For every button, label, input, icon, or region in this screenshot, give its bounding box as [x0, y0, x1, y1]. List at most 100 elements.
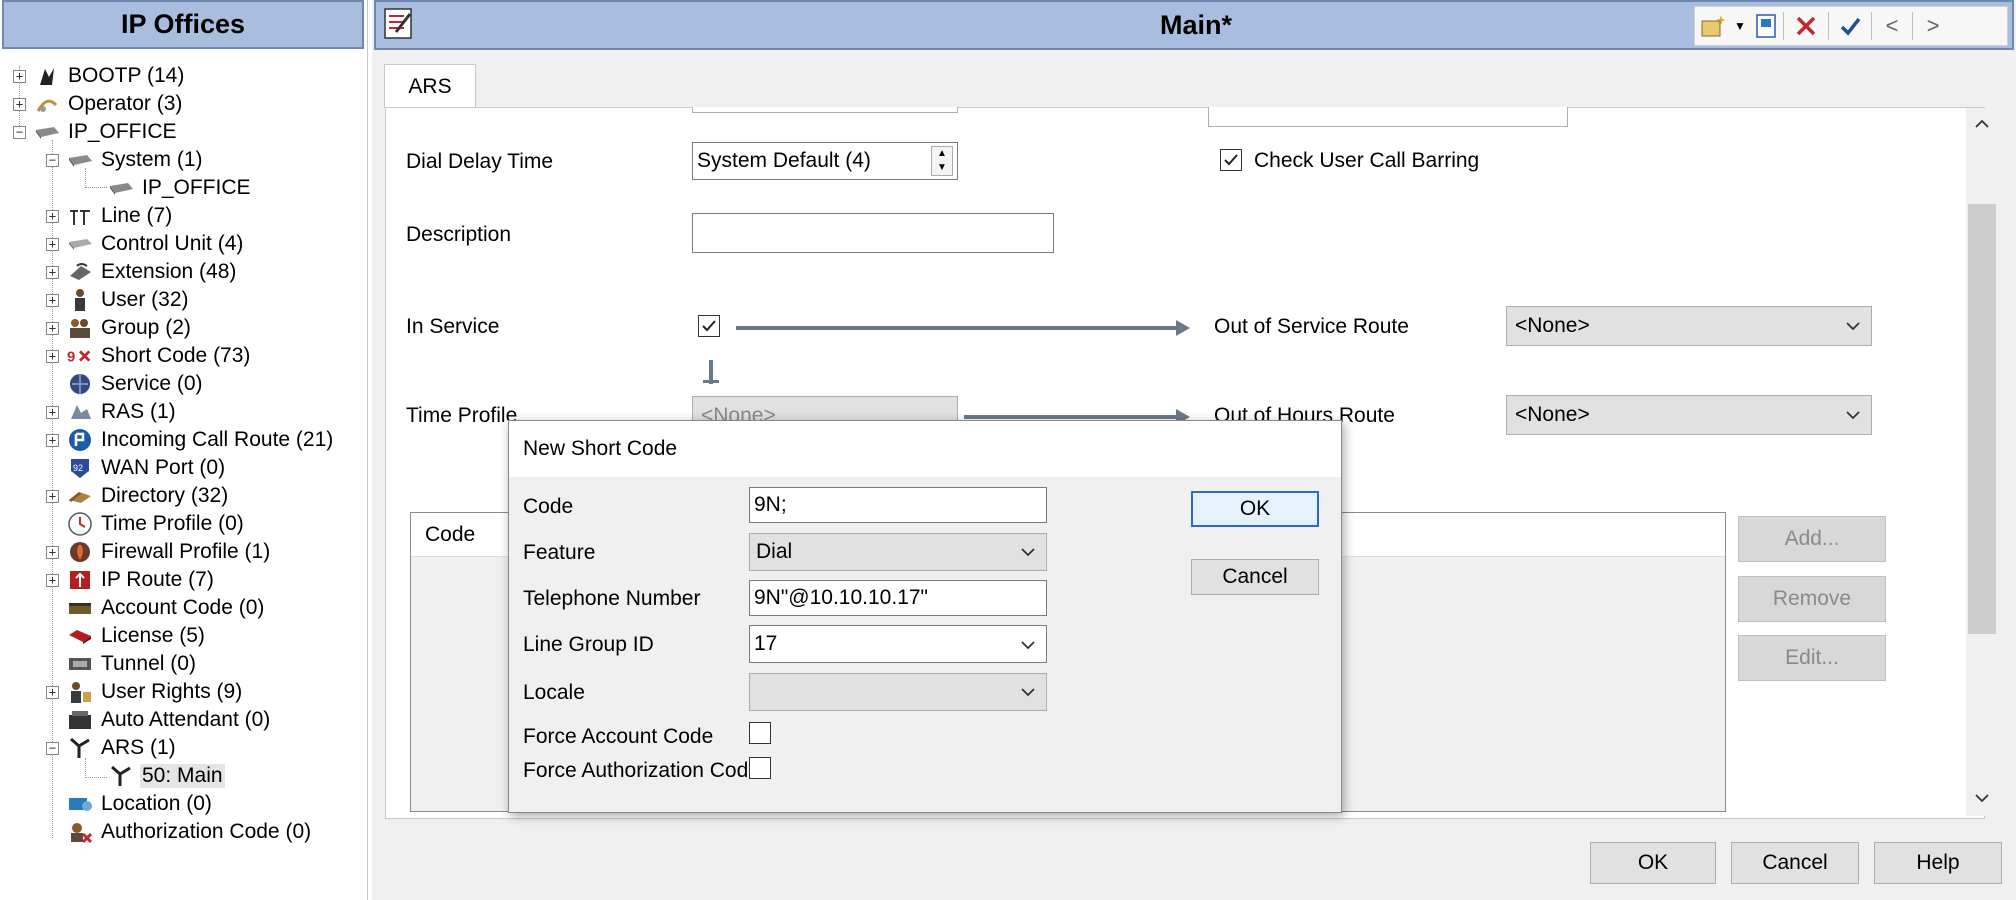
code-input[interactable]: 9N; — [749, 487, 1047, 523]
tree-item-incoming-call-route[interactable]: + Incoming Call Route (21) — [46, 426, 335, 454]
tree-item-label[interactable]: Extension (48) — [99, 260, 238, 284]
in-service-checkbox[interactable] — [698, 315, 720, 337]
tree-item-label[interactable]: Auto Attendant (0) — [99, 708, 272, 732]
tree-item-tunnel[interactable]: Tunnel (0) — [49, 650, 198, 678]
remove-button[interactable]: Remove — [1738, 576, 1886, 622]
tree-item-label[interactable]: 50: Main — [140, 764, 225, 788]
tree-item-account-code[interactable]: Account Code (0) — [49, 594, 266, 622]
expand-icon[interactable]: + — [46, 406, 59, 419]
expand-icon[interactable]: + — [46, 434, 59, 447]
tree-item-label[interactable]: License (5) — [99, 624, 207, 648]
delete-icon[interactable] — [1784, 7, 1828, 45]
tree-item-user[interactable]: + User (32) — [46, 286, 191, 314]
tree-item-control-unit[interactable]: + Control Unit (4) — [46, 230, 245, 258]
tree-item-label[interactable]: Operator (3) — [66, 92, 184, 116]
edit-button[interactable]: Edit... — [1738, 635, 1886, 681]
tree-item-location[interactable]: Location (0) — [49, 790, 214, 818]
tree-item-label[interactable]: Short Code (73) — [99, 344, 252, 368]
tree-item-label[interactable]: BOOTP (14) — [66, 64, 186, 88]
tree-item-label[interactable]: Authorization Code (0) — [99, 820, 313, 844]
tree-item-auto-attendant[interactable]: Auto Attendant (0) — [49, 706, 272, 734]
export-icon[interactable] — [1749, 7, 1783, 45]
expand-icon[interactable]: + — [46, 574, 59, 587]
description-input[interactable] — [692, 213, 1054, 253]
expand-icon[interactable]: + — [13, 70, 26, 83]
locale-select[interactable] — [749, 673, 1047, 711]
tree-item-label[interactable]: Time Profile (0) — [99, 512, 246, 536]
tree-item-service[interactable]: Service (0) — [49, 370, 205, 398]
tree-item-license[interactable]: License (5) — [49, 622, 207, 650]
tree-item-ars-main[interactable]: 50: Main — [108, 762, 225, 790]
tree-item-label[interactable]: ARS (1) — [99, 736, 178, 760]
add-button[interactable]: Add... — [1738, 516, 1886, 562]
scroll-down-icon[interactable] — [1972, 788, 1992, 808]
tree-item-operator[interactable]: + Operator (3) — [13, 90, 184, 118]
tree-item-label[interactable]: Directory (32) — [99, 484, 230, 508]
feature-select[interactable]: Dial — [749, 533, 1047, 571]
expand-icon[interactable]: + — [46, 210, 59, 223]
spin-up-icon[interactable]: ▲ — [932, 147, 952, 161]
tree-item-group[interactable]: + Group (2) — [46, 314, 193, 342]
tree-item-label[interactable]: Service (0) — [99, 372, 205, 396]
out-of-hours-route-select[interactable]: <None> — [1506, 395, 1872, 435]
scrollbar-thumb[interactable] — [1968, 204, 1996, 634]
tree-item-system[interactable]: − System (1) — [46, 146, 205, 174]
expand-icon[interactable]: + — [46, 238, 59, 251]
tree-item-label[interactable]: User (32) — [99, 288, 191, 312]
next-record-button[interactable]: > — [1913, 7, 1953, 45]
tree-item-label[interactable]: Line (7) — [99, 204, 174, 228]
line-group-id-combo[interactable]: 17 — [749, 625, 1047, 663]
tree-item-label[interactable]: Account Code (0) — [99, 596, 266, 620]
dialog-ok-button[interactable]: OK — [1191, 491, 1319, 527]
tree-item-label[interactable]: Incoming Call Route (21) — [99, 428, 335, 452]
tree-item-label[interactable]: IP_OFFICE — [66, 120, 179, 144]
tree-item-short-code[interactable]: + 9 Short Code (73) — [46, 342, 252, 370]
collapse-icon[interactable]: − — [46, 742, 59, 755]
tree-item-wan-port[interactable]: 92 WAN Port (0) — [49, 454, 227, 482]
force-account-code-checkbox[interactable] — [749, 722, 771, 744]
expand-icon[interactable]: + — [13, 98, 26, 111]
tree-item-firewall-profile[interactable]: + Firewall Profile (1) — [46, 538, 272, 566]
collapse-icon[interactable]: − — [13, 126, 26, 139]
spin-down-icon[interactable]: ▼ — [932, 161, 952, 175]
expand-icon[interactable]: + — [46, 294, 59, 307]
tree-item-label[interactable]: Location (0) — [99, 792, 214, 816]
telephone-number-input[interactable]: 9N"@10.10.10.17" — [749, 580, 1047, 616]
expand-icon[interactable]: + — [46, 266, 59, 279]
tree-item-ars[interactable]: − ARS (1) — [46, 734, 178, 762]
dropdown-arrow-icon[interactable]: ▼ — [1731, 7, 1749, 45]
collapse-icon[interactable]: − — [46, 154, 59, 167]
tree-item-label[interactable]: Tunnel (0) — [99, 652, 198, 676]
previous-record-button[interactable]: < — [1872, 7, 1912, 45]
force-authorization-code-checkbox[interactable] — [749, 757, 771, 779]
dialog-cancel-button[interactable]: Cancel — [1191, 559, 1319, 595]
tree-item-user-rights[interactable]: + User Rights (9) — [46, 678, 244, 706]
tree-item-label[interactable]: User Rights (9) — [99, 680, 244, 704]
tree-item-label[interactable]: IP_OFFICE — [140, 176, 253, 200]
expand-icon[interactable]: + — [46, 686, 59, 699]
out-of-service-route-select[interactable]: <None> — [1506, 306, 1872, 346]
scroll-up-icon[interactable] — [1972, 114, 1992, 134]
expand-icon[interactable]: + — [46, 490, 59, 503]
new-record-icon[interactable] — [1695, 7, 1731, 45]
tree-item-label[interactable]: IP Route (7) — [99, 568, 216, 592]
tree-item-authorization-code[interactable]: Authorization Code (0) — [49, 818, 313, 846]
tree-item-label[interactable]: WAN Port (0) — [99, 456, 227, 480]
tree-item-label[interactable]: System (1) — [99, 148, 205, 172]
tree-item-directory[interactable]: + Directory (32) — [46, 482, 230, 510]
tree-item-bootp[interactable]: + BOOTP (14) — [13, 62, 186, 90]
tree-item-extension[interactable]: + Extension (48) — [46, 258, 238, 286]
expand-icon[interactable]: + — [46, 350, 59, 363]
tree-item-label[interactable]: Group (2) — [99, 316, 193, 340]
tree-item-system-ip-office[interactable]: IP_OFFICE — [108, 174, 253, 202]
spinner-buttons[interactable]: ▲ ▼ — [931, 146, 953, 176]
tree-item-label[interactable]: Firewall Profile (1) — [99, 540, 272, 564]
table-column-code[interactable]: Code — [425, 523, 475, 547]
ok-button[interactable]: OK — [1590, 842, 1716, 884]
tab-ars[interactable]: ARS — [384, 64, 476, 108]
dial-delay-time-spinner[interactable]: System Default (4) ▲ ▼ — [692, 142, 958, 180]
check-user-call-barring-checkbox[interactable] — [1220, 149, 1242, 171]
tree-item-label[interactable]: RAS (1) — [99, 400, 178, 424]
validate-checkmark-icon[interactable] — [1829, 7, 1871, 45]
tree-item-ras[interactable]: + RAS (1) — [46, 398, 178, 426]
